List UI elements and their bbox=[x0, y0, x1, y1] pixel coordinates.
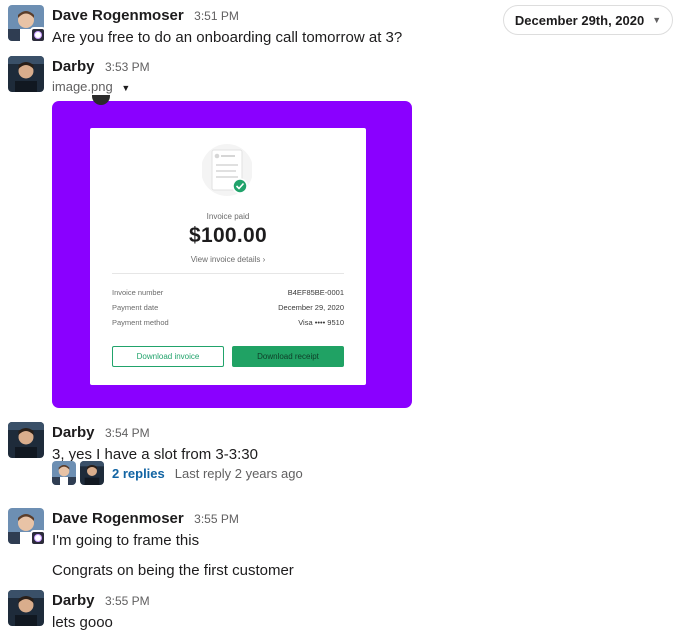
invoice-row: Payment date December 29, 2020 bbox=[112, 303, 344, 315]
invoice-row-value: December 29, 2020 bbox=[278, 303, 344, 312]
message-text: Are you free to do an onboarding call to… bbox=[52, 29, 403, 46]
file-name[interactable]: image.png bbox=[52, 79, 113, 94]
download-invoice-button: Download invoice bbox=[112, 346, 224, 367]
invoice-row: Payment method Visa •••• 9510 bbox=[112, 318, 344, 330]
author-name[interactable]: Darby bbox=[52, 592, 95, 609]
author-name[interactable]: Darby bbox=[52, 424, 95, 441]
message-timestamp[interactable]: 3:51 PM bbox=[194, 9, 239, 23]
message-item: Dave Rogenmoser 3:51 PM Are you free to … bbox=[8, 5, 680, 49]
invoice-row-label: Payment method bbox=[112, 318, 169, 327]
avatar-darby[interactable] bbox=[8, 590, 44, 626]
caret-down-icon[interactable]: ▼ bbox=[121, 83, 130, 93]
message-timestamp[interactable]: 3:55 PM bbox=[194, 512, 239, 526]
invoice-status: Invoice paid bbox=[206, 212, 250, 221]
details-link-text: View invoice details bbox=[190, 255, 261, 264]
invoice-card: Invoice paid $100.00 View invoice detail… bbox=[90, 128, 366, 385]
avatar-darby bbox=[80, 461, 104, 485]
invoice-divider bbox=[112, 273, 344, 274]
attachment-tab bbox=[92, 95, 110, 105]
author-name[interactable]: Darby bbox=[52, 58, 95, 75]
app-badge-icon bbox=[30, 27, 46, 43]
message-timestamp[interactable]: 3:55 PM bbox=[105, 594, 150, 608]
thread-summary[interactable]: 2 replies Last reply 2 years ago bbox=[52, 460, 303, 486]
message-item: Darby 3:54 PM 3, yes I have a slot from … bbox=[8, 422, 680, 492]
avatar-dave bbox=[52, 461, 76, 485]
app-badge-icon bbox=[30, 530, 46, 546]
message-text: I'm going to frame this bbox=[52, 532, 200, 549]
avatar-darby[interactable] bbox=[8, 56, 44, 92]
message-timestamp[interactable]: 3:54 PM bbox=[105, 426, 150, 440]
invoice-amount: $100.00 bbox=[188, 224, 267, 247]
invoice-details-link: View invoice details › bbox=[90, 255, 366, 264]
thread-replies-link[interactable]: 2 replies bbox=[112, 466, 165, 481]
invoice-row-value: B4EF85BE-0001 bbox=[287, 288, 344, 297]
message-timestamp[interactable]: 3:53 PM bbox=[105, 60, 150, 74]
invoice-row-value: Visa •••• 9510 bbox=[298, 318, 344, 327]
invoice-row-label: Invoice number bbox=[112, 288, 164, 297]
avatar-darby[interactable] bbox=[8, 422, 44, 458]
message-item: Darby 3:53 PM image.png ▼ Invoice paid $… bbox=[8, 56, 680, 411]
message-text: lets gooo bbox=[52, 614, 113, 631]
message-item: Dave Rogenmoser 3:55 PM I'm going to fra… bbox=[8, 508, 680, 582]
invoice-row: Invoice number B4EF85BE-0001 bbox=[112, 288, 344, 300]
message-text: Congrats on being the first customer bbox=[52, 562, 294, 579]
message-feed: December 29th, 2020 ▼ Dave Rogenmoser 3:… bbox=[0, 0, 680, 644]
author-name[interactable]: Dave Rogenmoser bbox=[52, 7, 184, 24]
chevron-right-icon: › bbox=[262, 255, 266, 264]
invoice-row-label: Payment date bbox=[112, 303, 159, 312]
thread-last-reply: Last reply 2 years ago bbox=[174, 465, 303, 481]
message-item: Darby 3:55 PM lets gooo bbox=[8, 590, 680, 634]
document-check-icon bbox=[202, 144, 252, 196]
author-name[interactable]: Dave Rogenmoser bbox=[52, 510, 184, 527]
image-attachment[interactable]: Invoice paid $100.00 View invoice detail… bbox=[52, 95, 412, 408]
download-receipt-button: Download receipt bbox=[232, 346, 344, 367]
